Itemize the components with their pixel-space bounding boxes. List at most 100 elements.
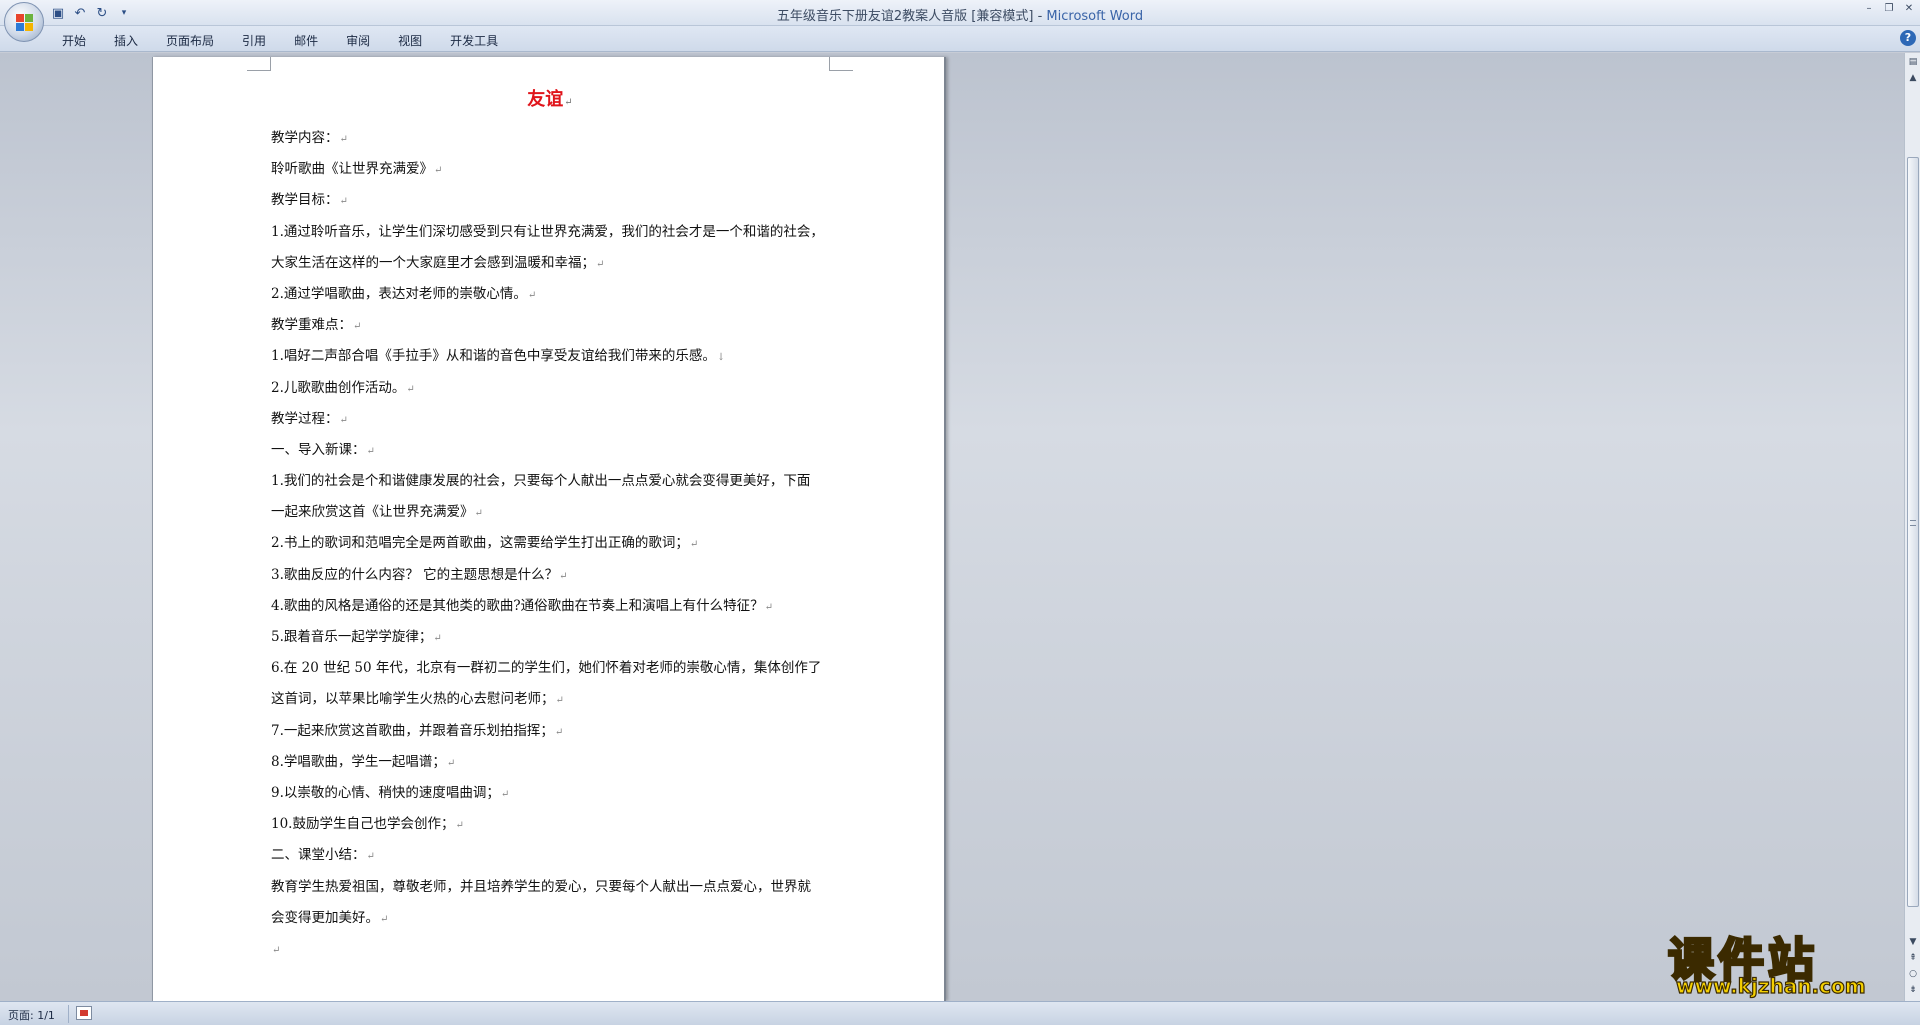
document-line: 1.我们的社会是个和谐健康发展的社会，只要每个人献出一点点爱心就会变得更美好，下…: [271, 466, 831, 497]
paragraph-mark: ↵: [272, 944, 281, 956]
paragraph-mark: ↵: [366, 851, 375, 863]
tab-mailings[interactable]: 邮件: [280, 30, 332, 51]
paragraph-mark: ↵: [555, 695, 564, 707]
document-line: 8.学唱歌曲，学生一起唱谱；↵: [271, 747, 831, 778]
document-name: 五年级音乐下册友谊2教案人音版 [兼容模式]: [776, 9, 1034, 24]
document-line: 2.通过学唱歌曲，表达对老师的崇敬心情。↵: [271, 279, 831, 310]
document-line: 二、课堂小结：↵: [271, 840, 831, 871]
paragraph-mark: ↵: [433, 633, 442, 644]
paragraph-mark: ↵: [564, 97, 573, 108]
office-button[interactable]: [4, 2, 44, 42]
document-line: 教学内容：↵: [271, 123, 831, 154]
paragraph-mark: ↵: [380, 913, 389, 925]
line-text: 9.以崇敬的心情、稍快的速度唱曲调；: [271, 784, 500, 801]
tab-review[interactable]: 审阅: [332, 30, 384, 51]
line-text: 教学重难点：: [271, 317, 352, 334]
tab-home[interactable]: 开始: [48, 30, 100, 51]
paragraph-mark: ↵: [764, 601, 774, 613]
paragraph-mark: ↵: [339, 196, 348, 208]
line-text: 6.在 20 世纪 50 年代，北京有一群初二的学生们，她们怀着对老师的崇敬心情…: [271, 660, 822, 677]
document-line: 6.在 20 世纪 50 年代，北京有一群初二的学生们，她们怀着对老师的崇敬心情…: [271, 653, 831, 684]
next-page-icon[interactable]: ⇟: [1906, 983, 1920, 997]
tab-insert[interactable]: 插入: [100, 30, 152, 51]
tab-references[interactable]: 引用: [228, 30, 280, 51]
ribbon-tabs: 开始 插入 页面布局 引用 邮件 审阅 视图 开发工具: [48, 30, 512, 51]
crop-mark-top-left: [247, 57, 271, 71]
previous-page-icon[interactable]: ⇞: [1906, 951, 1920, 965]
document-workspace: 友谊↵ 教学内容：↵ 聆听歌曲《让世界充满爱》↵ 教学目标：↵ 1.通过聆听音乐，让学…: [0, 53, 1904, 1001]
site-watermark: 课件站 www.kjzhan.com: [1667, 924, 1904, 1000]
document-line: 9.以崇敬的心情、稍快的速度唱曲调；↵: [271, 778, 831, 809]
document-line: 教学目标：↵: [271, 185, 831, 216]
paragraph-mark: ↵: [500, 788, 510, 800]
ribbon-tab-bar: 开始 插入 页面布局 引用 邮件 审阅 视图 开发工具 ?: [0, 26, 1920, 52]
line-text: 教育学生热爱祖国，尊敬老师，并且培养学生的爱心，只要每个人献出一点点爱心，世界就: [271, 878, 811, 895]
document-line: 会变得更加美好。↵: [271, 903, 831, 934]
title-bar: ▣ ↶ ↻ ▾ 五年级音乐下册友谊2教案人音版 [兼容模式] - Microso…: [0, 0, 1920, 26]
document-line: 一起来欣赏这首《让世界充满爱》↵: [271, 497, 831, 528]
paragraph-mark: ↵: [434, 165, 443, 177]
line-text: 教学内容：: [271, 130, 339, 146]
line-text: 这首词，以苹果比喻学生火热的心去慰问老师；: [271, 691, 555, 708]
paragraph-mark: ↵: [554, 726, 564, 738]
paragraph-mark: ↵: [455, 820, 464, 832]
paragraph-mark: ↵: [527, 289, 537, 301]
office-logo-icon: [16, 14, 34, 32]
app-name: Microsoft Word: [1046, 9, 1144, 24]
paragraph-mark: ↵: [689, 539, 699, 551]
line-text: 2.书上的歌词和范唱完全是两首歌曲，这需要给学生打出正确的歌词；: [271, 535, 689, 552]
status-bar: 页面: 1/1: [0, 1001, 1920, 1025]
close-icon[interactable]: ✕: [1900, 2, 1918, 16]
document-line: 2.书上的歌词和范唱完全是两首歌曲，这需要给学生打出正确的歌词；↵: [271, 528, 831, 559]
line-text: 1.通过聆听音乐，让学生们深切感受到只有让世界充满爱，我们的社会才是一个和谐的社…: [271, 223, 824, 240]
line-text: 2.儿歌歌曲创作活动。: [271, 379, 406, 396]
paragraph-mark: ↵: [339, 414, 348, 426]
vertical-scrollbar[interactable]: ▤ ▲ ▼ ⇞ ○ ⇟: [1904, 53, 1920, 1001]
paragraph-mark: ↓: [716, 352, 726, 364]
proofing-icon[interactable]: [76, 1006, 92, 1020]
document-line: 7.一起来欣赏这首歌曲，并跟着音乐划拍指挥；↵: [271, 716, 831, 747]
document-line: 3.歌曲反应的什么内容？ 它的主题思想是什么？↵: [271, 560, 831, 591]
scrollbar-thumb[interactable]: [1907, 157, 1919, 907]
page-counter[interactable]: 页面: 1/1: [8, 1007, 55, 1023]
document-line: 10.鼓励学生自己也学会创作；↵: [271, 809, 831, 840]
tab-page-layout[interactable]: 页面布局: [152, 30, 228, 51]
window-controls: – ❐ ✕: [1860, 2, 1918, 16]
document-line: 教育学生热爱祖国，尊敬老师，并且培养学生的爱心，只要每个人献出一点点爱心，世界就: [271, 872, 831, 903]
document-line: 1.通过聆听音乐，让学生们深切感受到只有让世界充满爱，我们的社会才是一个和谐的社…: [271, 217, 831, 248]
line-text: 二、课堂小结：: [271, 847, 366, 864]
paragraph-mark: ↵: [446, 757, 456, 769]
watermark-url: www.kjzhan.com: [1675, 973, 1866, 998]
tab-view[interactable]: 视图: [384, 30, 436, 51]
ruler-toggle-icon[interactable]: ▤: [1906, 55, 1920, 69]
tab-developer[interactable]: 开发工具: [436, 30, 512, 51]
document-line: 2.儿歌歌曲创作活动。↵: [271, 373, 831, 404]
paragraph-mark: ↵: [406, 383, 415, 395]
scroll-up-icon[interactable]: ▲: [1906, 71, 1920, 85]
restore-icon[interactable]: ❐: [1880, 2, 1898, 16]
document-line: 一、导入新课：↵: [271, 435, 831, 466]
document-line: 教学过程：↵: [271, 404, 831, 435]
line-text: 大家生活在这样的一个大家庭里才会感到温暖和幸福；: [271, 254, 595, 271]
document-line: 4.歌曲的风格是通俗的还是其他类的歌曲?通俗歌曲在节奏上和演唱上有什么特征？↵: [271, 591, 831, 622]
line-text: 教学目标：: [271, 192, 339, 209]
help-icon[interactable]: ?: [1900, 30, 1916, 46]
paragraph-mark: ↵: [353, 321, 362, 333]
select-browse-object-icon[interactable]: ○: [1906, 967, 1920, 981]
line-text: 5.跟着音乐一起学学旋律；: [271, 629, 433, 645]
document-line: 大家生活在这样的一个大家庭里才会感到温暖和幸福；↵: [271, 248, 831, 279]
document-line: 教学重难点：↵: [271, 310, 831, 341]
line-text: 教学过程：: [271, 410, 339, 427]
document-line: ↵: [271, 934, 831, 965]
document-title: 友谊↵: [153, 85, 947, 111]
scroll-grip-icon: [1910, 520, 1916, 526]
line-text: 4.歌曲的风格是通俗的还是其他类的歌曲?通俗歌曲在节奏上和演唱上有什么特征？: [271, 597, 764, 614]
crop-mark-top-right: [829, 57, 853, 71]
paragraph-mark: ↵: [474, 508, 483, 520]
paragraph-mark: ↵: [339, 134, 348, 145]
document-line: 5.跟着音乐一起学学旋律；↵: [271, 622, 831, 653]
minimize-icon[interactable]: –: [1860, 2, 1878, 16]
document-page[interactable]: 友谊↵ 教学内容：↵ 聆听歌曲《让世界充满爱》↵ 教学目标：↵ 1.通过聆听音乐，让学…: [152, 57, 946, 1001]
scroll-down-icon[interactable]: ▼: [1906, 935, 1920, 949]
line-text: 2.通过学唱歌曲，表达对老师的崇敬心情。: [271, 285, 527, 302]
